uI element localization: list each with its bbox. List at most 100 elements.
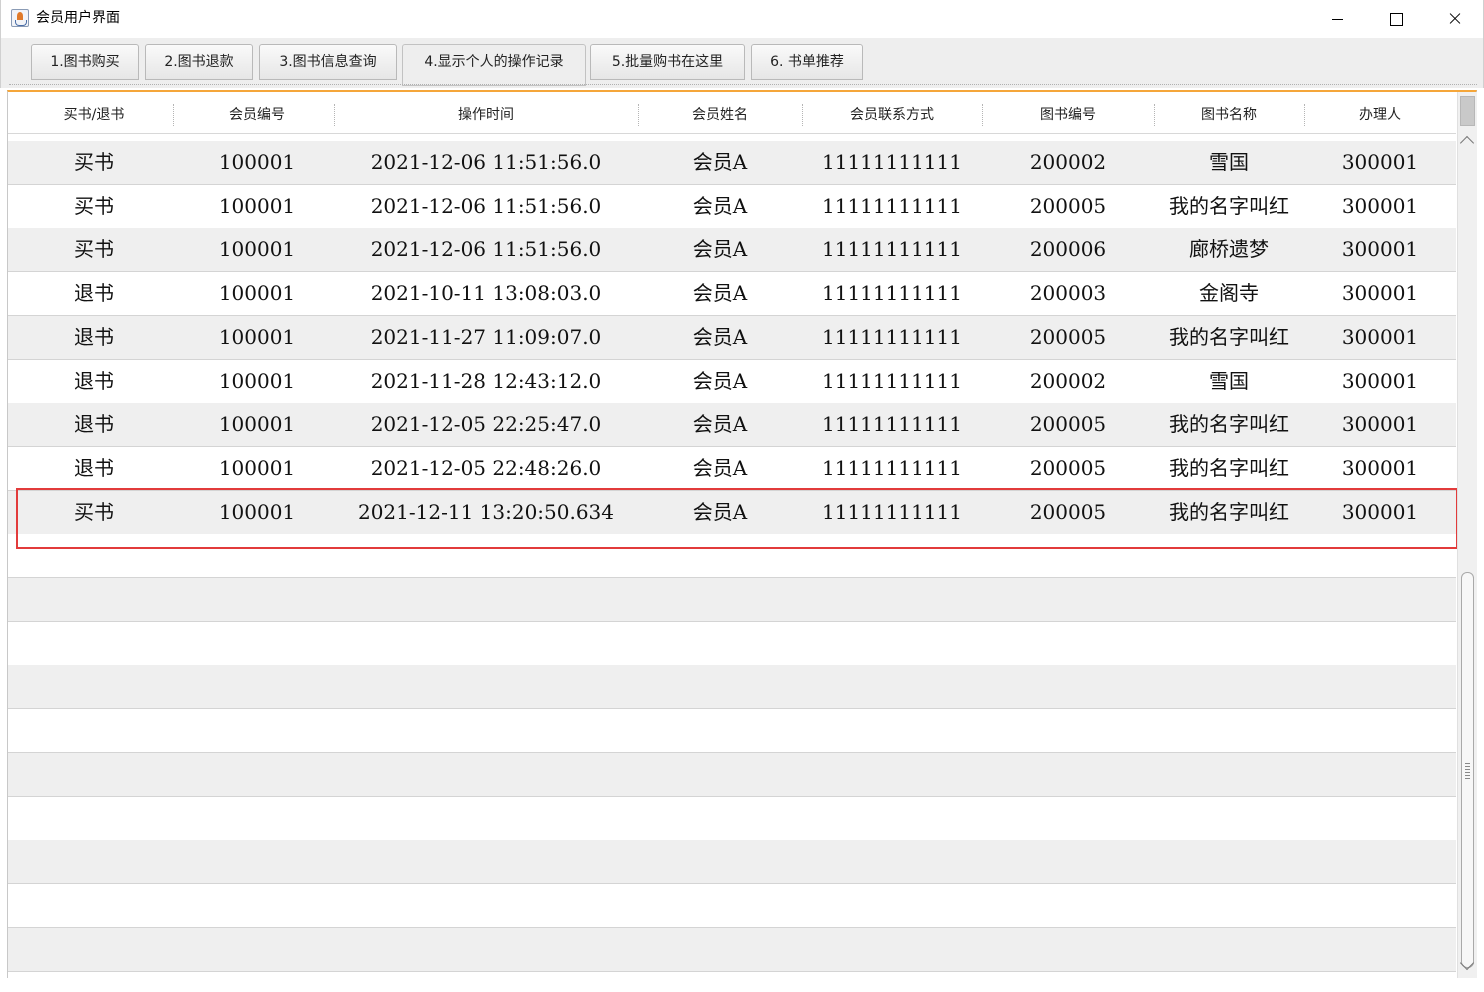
table-cell[interactable]: 会员A (638, 141, 802, 184)
table-cell[interactable]: 11111111111 (802, 228, 982, 271)
table-cell[interactable]: 11111111111 (802, 272, 982, 315)
table-cell[interactable]: 2021-12-05 22:25:47.0 (334, 403, 638, 446)
table-cell[interactable]: 退书 (8, 403, 180, 446)
table-cell[interactable]: 退书 (8, 316, 180, 359)
table-cell[interactable]: 300001 (1304, 447, 1456, 490)
empty-table-row[interactable] (8, 578, 1456, 622)
table-cell[interactable]: 买书 (8, 185, 180, 228)
table-cell[interactable]: 退书 (8, 272, 180, 315)
table-cell[interactable]: 2021-12-06 11:51:56.0 (334, 185, 638, 228)
table-cell[interactable]: 我的名字叫红 (1154, 447, 1304, 490)
table-cell[interactable]: 2021-12-05 22:48:26.0 (334, 447, 638, 490)
scrollbar-thumb[interactable] (1461, 572, 1474, 968)
table-cell[interactable]: 11111111111 (802, 403, 982, 446)
table-cell[interactable]: 11111111111 (802, 185, 982, 228)
table-row[interactable]: 退书 100001 2021-12-05 22:25:47.0 会员A 11111111… (8, 403, 1456, 448)
table-cell[interactable]: 200003 (982, 272, 1154, 315)
empty-table-row[interactable] (8, 709, 1456, 754)
empty-table-row[interactable] (8, 621, 1456, 666)
tab-book-refund[interactable]: 2.图书退款 (145, 44, 253, 80)
vertical-scrollbar[interactable] (1457, 92, 1477, 978)
table-cell[interactable]: 100001 (180, 316, 334, 359)
table-cell[interactable]: 300001 (1304, 316, 1456, 359)
table-row[interactable]: 买书 100001 2021-12-06 11:51:56.0 会员A 11111111… (8, 184, 1456, 229)
table-cell[interactable]: 100001 (180, 272, 334, 315)
table-cell[interactable]: 200002 (982, 360, 1154, 403)
table-row[interactable]: 退书 100001 2021-11-27 11:09:07.0 会员A 11111111… (8, 315, 1456, 360)
tab-batch-purchase[interactable]: 5.批量购书在这里 (590, 44, 745, 80)
table-cell[interactable]: 买书 (8, 228, 180, 271)
table-cell[interactable]: 300001 (1304, 360, 1456, 403)
maximize-button[interactable] (1367, 0, 1425, 38)
scroll-up-icon[interactable] (1459, 135, 1475, 151)
minimize-button[interactable] (1309, 0, 1367, 38)
column-header-handler[interactable]: 办理人 (1304, 96, 1456, 134)
table-cell[interactable]: 300001 (1304, 141, 1456, 184)
table-cell[interactable]: 买书 (8, 141, 180, 184)
table-cell[interactable]: 我的名字叫红 (1154, 403, 1304, 446)
table-cell[interactable]: 100001 (180, 185, 334, 228)
empty-table-row[interactable] (8, 840, 1456, 885)
table-cell[interactable]: 会员A (638, 403, 802, 446)
table-cell[interactable]: 200005 (982, 403, 1154, 446)
table-cell[interactable]: 会员A (638, 360, 802, 403)
table-cell[interactable]: 300001 (1304, 228, 1456, 271)
table-cell[interactable]: 金阁寺 (1154, 272, 1304, 315)
table-cell[interactable]: 会员A (638, 185, 802, 228)
table-cell[interactable]: 200005 (982, 185, 1154, 228)
table-cell[interactable]: 100001 (180, 447, 334, 490)
column-header-member-name[interactable]: 会员姓名 (638, 96, 802, 134)
tab-book-query[interactable]: 3.图书信息查询 (259, 44, 397, 80)
close-button[interactable] (1427, 0, 1484, 38)
table-cell[interactable]: 雪国 (1154, 141, 1304, 184)
table-cell[interactable]: 100001 (180, 360, 334, 403)
table-cell[interactable]: 300001 (1304, 272, 1456, 315)
table-cell[interactable]: 2021-11-28 12:43:12.0 (334, 360, 638, 403)
table-cell[interactable]: 2021-11-27 11:09:07.0 (334, 316, 638, 359)
column-header-member-contact[interactable]: 会员联系方式 (802, 96, 982, 134)
tab-operation-records[interactable]: 4.显示个人的操作记录 (402, 44, 586, 86)
table-cell[interactable]: 2021-12-06 11:51:56.0 (334, 141, 638, 184)
column-header-book-name[interactable]: 图书名称 (1154, 96, 1304, 134)
table-cell[interactable]: 200002 (982, 141, 1154, 184)
column-divider[interactable] (173, 104, 174, 126)
table-cell[interactable]: 退书 (8, 360, 180, 403)
table-row[interactable]: 买书 100001 2021-12-06 11:51:56.0 会员A 11111111… (8, 228, 1456, 273)
column-header-member-id[interactable]: 会员编号 (180, 96, 334, 134)
table-row[interactable]: 买书 100001 2021-12-06 11:51:56.0 会员A 11111111… (8, 141, 1456, 185)
table-cell[interactable]: 雪国 (1154, 360, 1304, 403)
table-row[interactable]: 退书 100001 2021-11-28 12:43:12.0 会员A 11111111… (8, 359, 1456, 404)
table-cell[interactable]: 会员A (638, 316, 802, 359)
table-cell[interactable]: 100001 (180, 403, 334, 446)
column-header-operation-time[interactable]: 操作时间 (334, 96, 638, 134)
table-cell[interactable]: 11111111111 (802, 447, 982, 490)
table-cell[interactable]: 会员A (638, 447, 802, 490)
table-cell[interactable]: 2021-12-06 11:51:56.0 (334, 228, 638, 271)
tab-book-purchase[interactable]: 1.图书购买 (31, 44, 139, 80)
table-cell[interactable]: 会员A (638, 272, 802, 315)
column-header-type[interactable]: 买书/退书 (8, 96, 180, 134)
empty-table-row[interactable] (8, 752, 1456, 797)
table-cell[interactable]: 300001 (1304, 185, 1456, 228)
table-cell[interactable]: 300001 (1304, 403, 1456, 446)
empty-table-row[interactable] (8, 927, 1456, 972)
column-header-book-id[interactable]: 图书编号 (982, 96, 1154, 134)
table-cell[interactable]: 2021-10-11 13:08:03.0 (334, 272, 638, 315)
table-cell[interactable]: 11111111111 (802, 316, 982, 359)
table-cell[interactable]: 退书 (8, 447, 180, 490)
table-cell[interactable]: 我的名字叫红 (1154, 185, 1304, 228)
empty-table-row[interactable] (8, 883, 1456, 928)
table-cell[interactable]: 11111111111 (802, 141, 982, 184)
table-cell[interactable]: 11111111111 (802, 360, 982, 403)
table-row[interactable]: 退书 100001 2021-10-11 13:08:03.0 会员A 11111111… (8, 272, 1456, 317)
table-cell[interactable]: 100001 (180, 228, 334, 271)
empty-table-row[interactable] (8, 796, 1456, 841)
table-cell[interactable]: 100001 (180, 141, 334, 184)
table-cell[interactable]: 200005 (982, 447, 1154, 490)
table-cell[interactable]: 我的名字叫红 (1154, 316, 1304, 359)
table-cell[interactable]: 200006 (982, 228, 1154, 271)
table-cell[interactable]: 200005 (982, 316, 1154, 359)
table-cell[interactable]: 会员A (638, 228, 802, 271)
table-cell[interactable]: 廊桥遗梦 (1154, 228, 1304, 271)
empty-table-row[interactable] (8, 665, 1456, 710)
